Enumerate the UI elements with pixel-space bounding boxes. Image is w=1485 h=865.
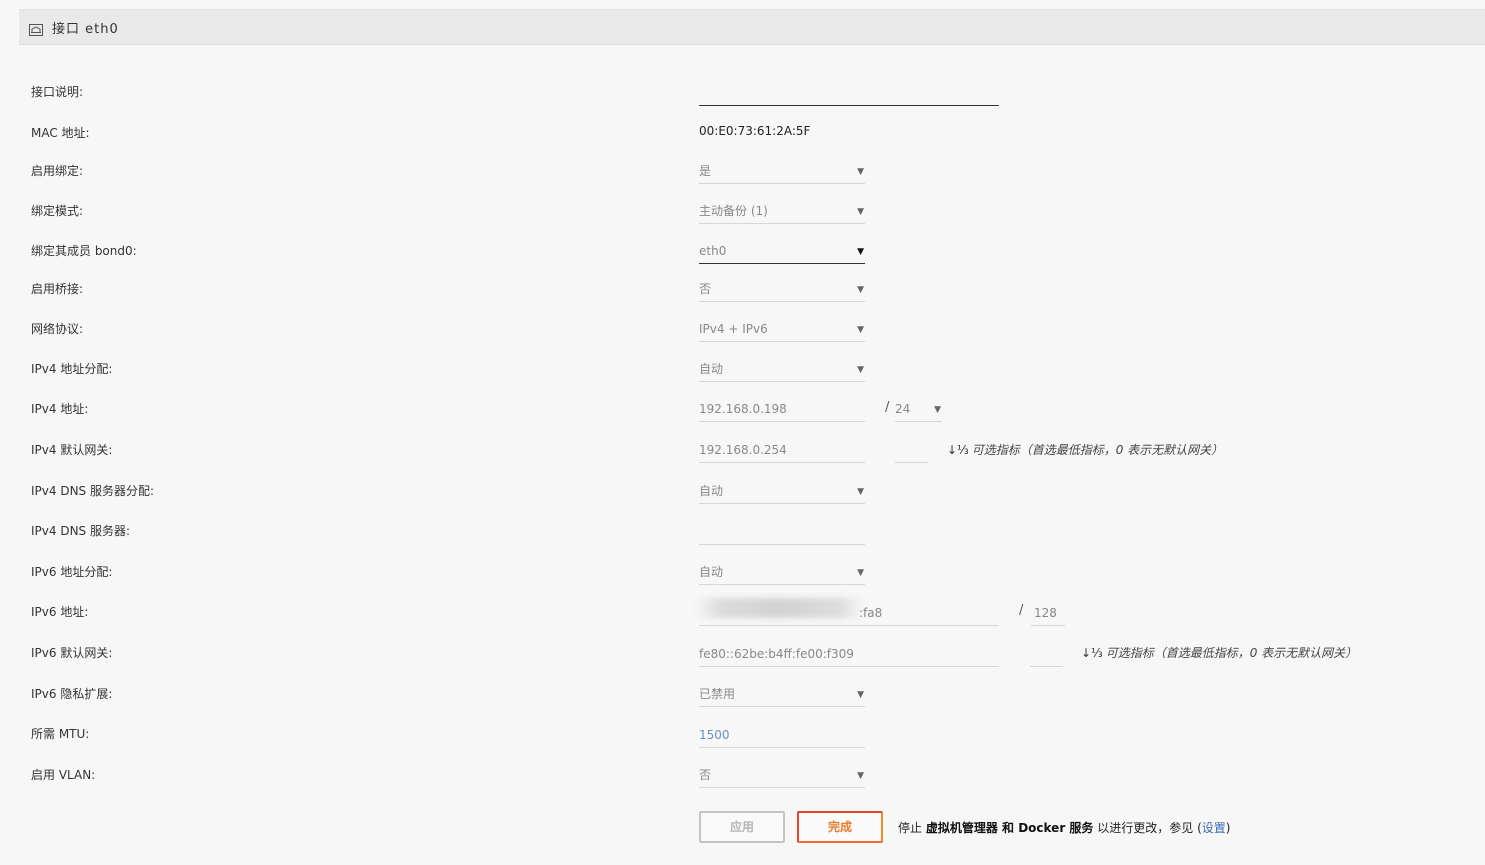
settings-link[interactable]: 设置 (1202, 821, 1226, 835)
chevron-down-icon: ▼ (857, 568, 864, 578)
bonding-select[interactable]: 是 ▼ (699, 162, 865, 184)
bond-members-label: 绑定其成员 bond0: (31, 244, 137, 258)
protocol-label: 网络协议: (31, 322, 84, 336)
ipv4-dns-assign-select[interactable]: 自动 ▼ (699, 482, 865, 504)
ipv6-assign-label: IPv6 地址分配: (31, 565, 113, 579)
sort-icon: ↓⅓ (1081, 646, 1103, 660)
interface-settings-page: 接口 eth0 接口说明: MAC 地址: 启用绑定: 绑定模式: 绑定其成员 … (0, 0, 1485, 865)
ipv4-gateway-label: IPv4 默认网关: (31, 443, 113, 457)
ipv4-address-input[interactable]: 192.168.0.198 (699, 400, 865, 422)
interface-title: 接口 eth0 (52, 21, 119, 37)
services-note: 停止 虚拟机管理器 和 Docker 服务 以进行更改，参见 (设置) (898, 821, 1231, 835)
mtu-label: 所需 MTU: (31, 727, 90, 741)
chevron-down-icon: ▼ (857, 167, 864, 177)
protocol-select[interactable]: IPv4 + IPv6 ▼ (699, 320, 865, 342)
ipv4-assign-select[interactable]: 自动 ▼ (699, 360, 865, 382)
chevron-down-icon: ▼ (934, 405, 941, 415)
vlan-select[interactable]: 否 ▼ (699, 766, 865, 788)
chevron-down-icon: ▼ (857, 365, 864, 375)
interface-icon (29, 21, 43, 36)
mtu-input[interactable]: 1500 (699, 726, 865, 748)
ipv4-assign-label: IPv4 地址分配: (31, 362, 113, 376)
ipv4-gateway-input[interactable]: 192.168.0.254 (699, 441, 865, 463)
ipv4-dns-assign-label: IPv4 DNS 服务器分配: (31, 484, 155, 498)
ipv6-gateway-metric-input[interactable] (1030, 645, 1063, 667)
ipv6-gateway-hint: ↓⅓ 可选指标（首选最低指标，0 表示无默认网关） (1081, 646, 1358, 660)
ipv6-privacy-select[interactable]: 已禁用 ▼ (699, 685, 865, 707)
chevron-down-icon: ▼ (857, 325, 864, 335)
apply-button[interactable]: 应用 (699, 811, 785, 843)
bond-mode-label: 绑定模式: (31, 204, 84, 218)
ipv6-prefix-input[interactable]: 128 (1031, 604, 1065, 626)
ipv4-gateway-metric-input[interactable] (895, 441, 928, 463)
ipv4-dns-label: IPv4 DNS 服务器: (31, 524, 131, 538)
interface-header: 接口 eth0 (19, 9, 1485, 45)
chevron-down-icon: ▼ (857, 247, 864, 257)
ipv6-assign-select[interactable]: 自动 ▼ (699, 563, 865, 585)
description-label: 接口说明: (31, 85, 84, 99)
chevron-down-icon: ▼ (857, 690, 864, 700)
sort-icon: ↓⅓ (947, 443, 969, 457)
chevron-down-icon: ▼ (857, 207, 864, 217)
chevron-down-icon: ▼ (857, 285, 864, 295)
ipv4-prefix-separator: / (885, 400, 890, 415)
vlan-label: 启用 VLAN: (31, 768, 96, 782)
ipv4-prefix-select[interactable]: 24 ▼ (895, 400, 942, 422)
mac-label: MAC 地址: (31, 126, 90, 140)
ipv4-dns-input[interactable] (699, 523, 865, 545)
bonding-label: 启用绑定: (31, 164, 84, 178)
bridging-select[interactable]: 否 ▼ (699, 280, 865, 302)
ipv4-gateway-hint: ↓⅓ 可选指标（首选最低指标，0 表示无默认网关） (947, 443, 1224, 457)
chevron-down-icon: ▼ (857, 771, 864, 781)
ipv6-gateway-label: IPv6 默认网关: (31, 646, 113, 660)
mac-address-value: 00:E0:73:61:2A:5F (699, 124, 811, 138)
bond-members-select[interactable]: eth0 ▼ (699, 242, 865, 264)
description-input[interactable] (699, 84, 999, 106)
chevron-down-icon: ▼ (857, 487, 864, 497)
ipv6-gateway-input[interactable]: fe80::62be:b4ff:fe00:f309 (699, 645, 999, 667)
ipv6-address-label: IPv6 地址: (31, 605, 89, 619)
ipv6-prefix-separator: / (1019, 603, 1024, 618)
bridging-label: 启用桥接: (31, 282, 84, 296)
redacted-address-blur (695, 598, 863, 618)
ipv6-privacy-label: IPv6 隐私扩展: (31, 687, 113, 701)
done-button[interactable]: 完成 (797, 811, 883, 843)
ipv4-address-label: IPv4 地址: (31, 402, 89, 416)
bond-mode-select[interactable]: 主动备份 (1) ▼ (699, 202, 865, 224)
